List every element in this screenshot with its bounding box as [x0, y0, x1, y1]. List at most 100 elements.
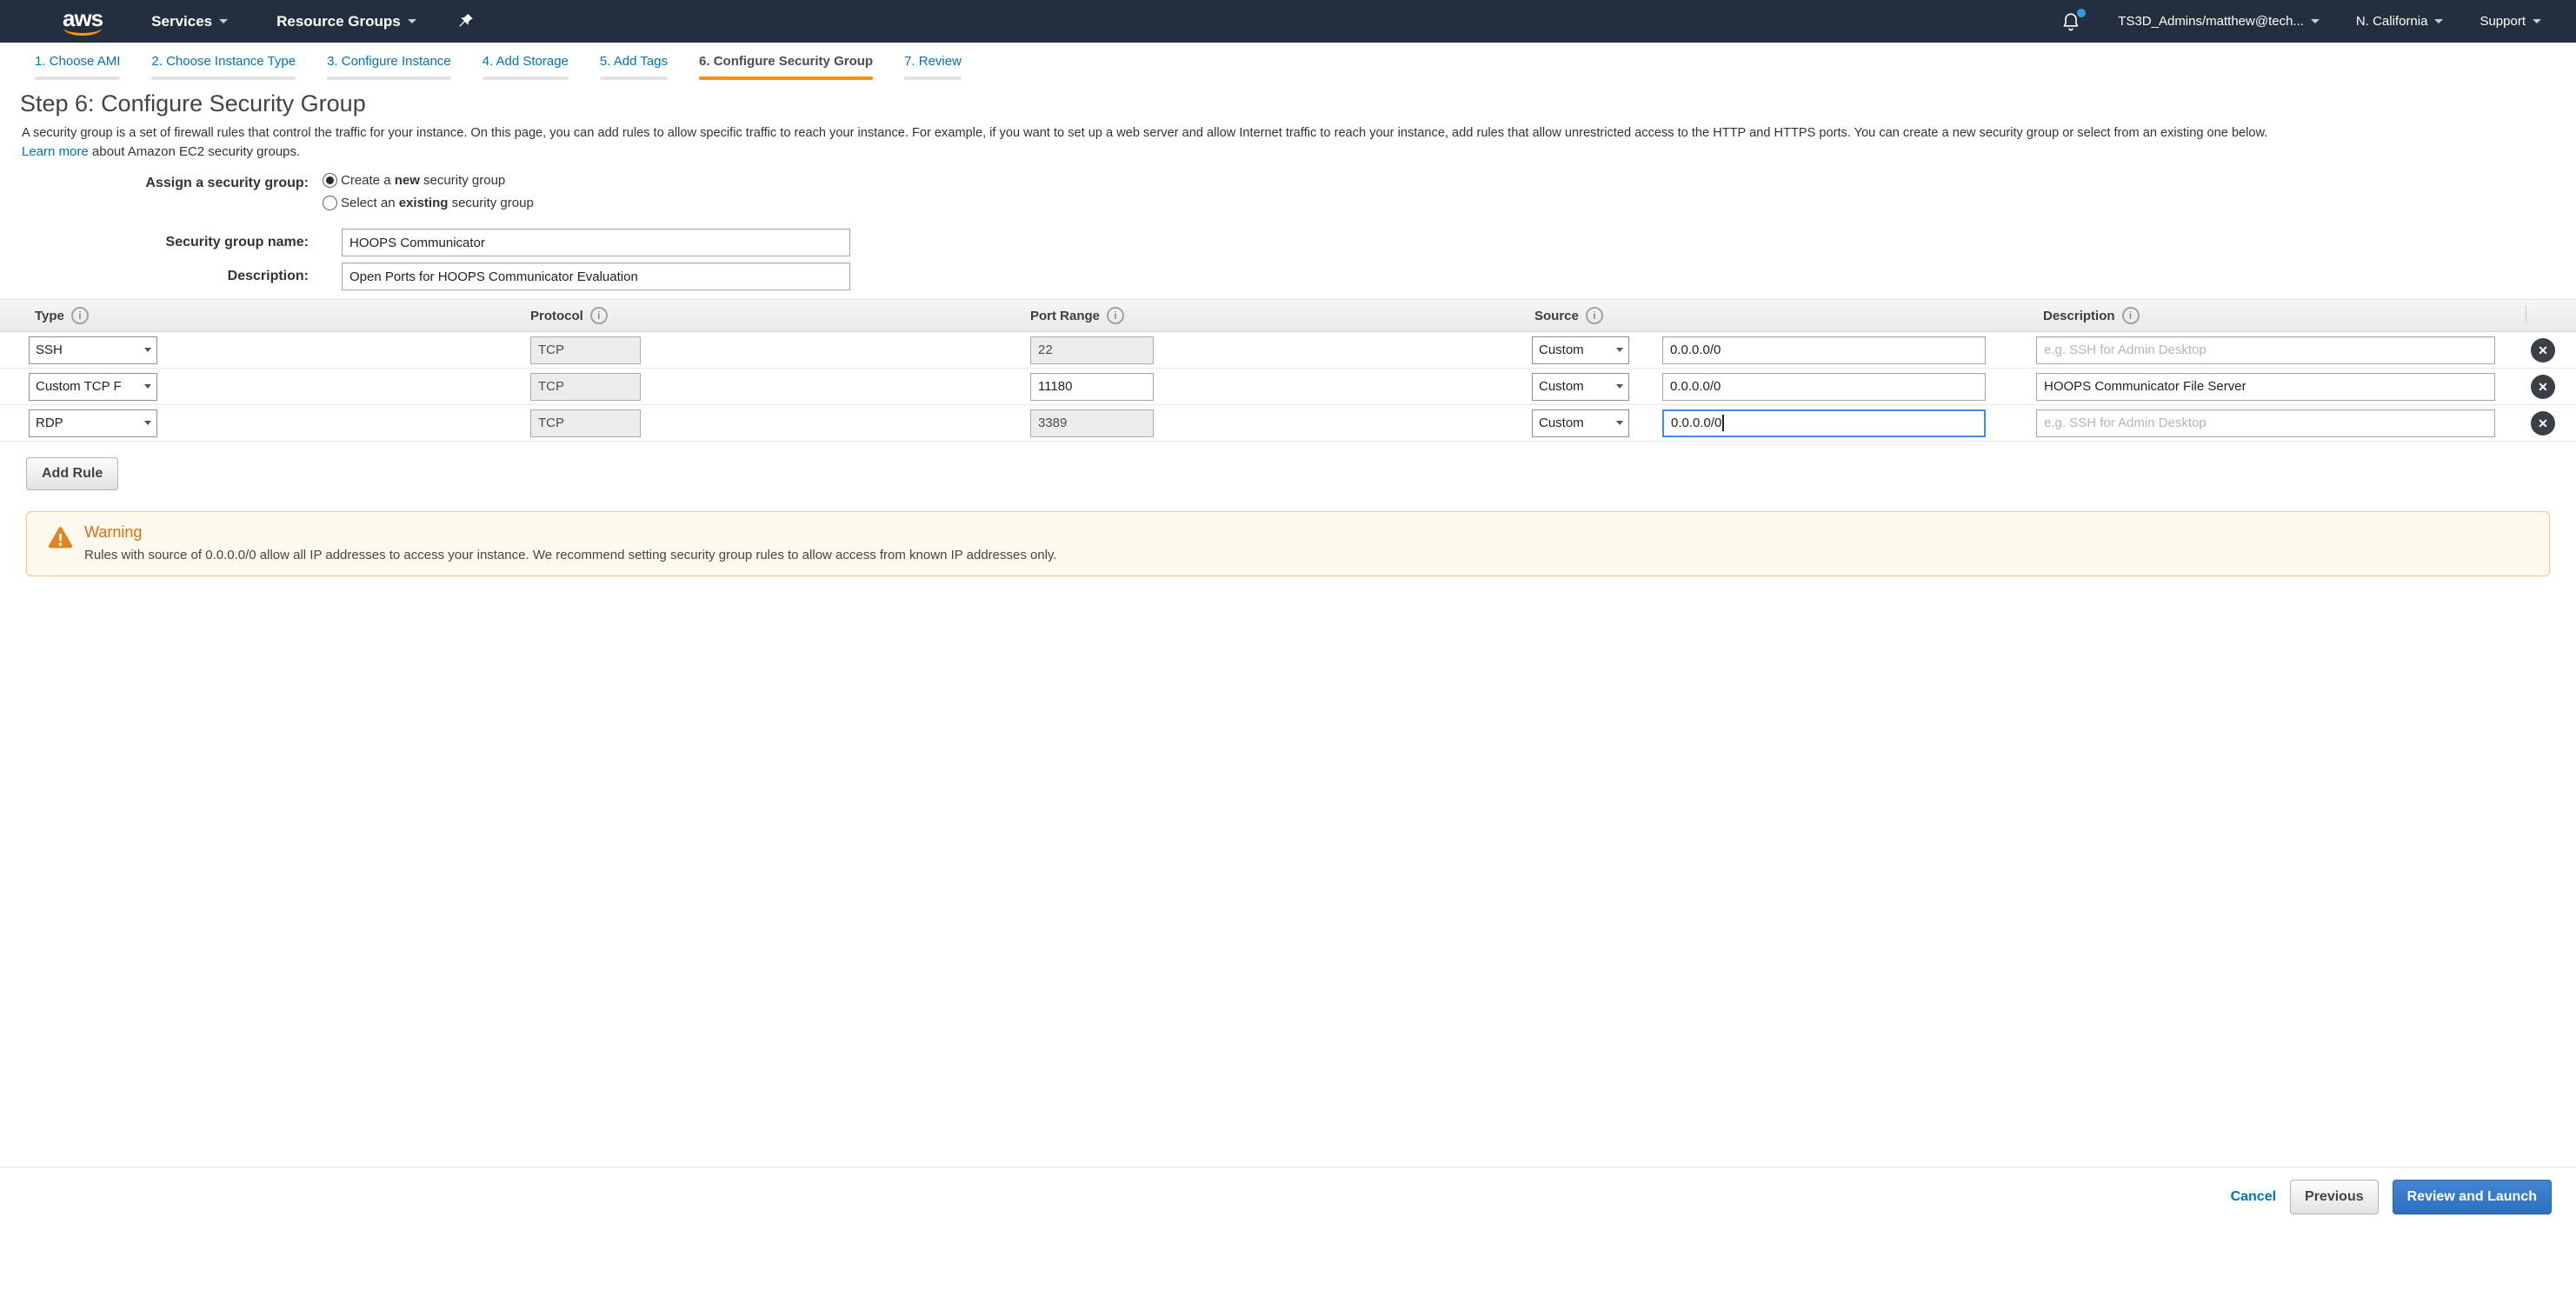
- info-icon[interactable]: i: [71, 307, 89, 324]
- warning-title: Warning: [84, 523, 2532, 542]
- cancel-link[interactable]: Cancel: [2231, 1189, 2276, 1205]
- protocol-input: [530, 336, 641, 364]
- protocol-cell: [530, 373, 641, 401]
- source-mode-select[interactable]: Custom: [1532, 409, 1629, 437]
- table-row-custom-tcp: Custom TCP F Custom: [0, 369, 2576, 405]
- source-mode-select[interactable]: Custom: [1532, 373, 1629, 401]
- radio-select-existing-group[interactable]: Select an existing security group: [323, 196, 534, 210]
- security-group-name-row: Security group name:: [0, 229, 2576, 256]
- text-cursor: [1722, 415, 1724, 431]
- intro-text: A security group is a set of firewall ru…: [22, 124, 2555, 142]
- learn-more-link[interactable]: Learn more: [22, 144, 89, 159]
- delete-rule-button[interactable]: ✕: [2531, 375, 2555, 399]
- tab-underline: [327, 77, 451, 80]
- radio-button-unselected[interactable]: [323, 196, 337, 210]
- source-input[interactable]: [1662, 373, 1986, 401]
- port-range-cell: [1030, 336, 1154, 364]
- description-label: Description:: [0, 263, 309, 284]
- type-select[interactable]: Custom TCP F: [29, 373, 157, 401]
- table-row-rdp: RDP Custom 0.0.0.0/0: [0, 405, 2576, 442]
- tab-label: 7. Review: [904, 54, 962, 69]
- radio-button-selected[interactable]: [323, 173, 337, 188]
- learn-more-rest: about Amazon EC2 security groups.: [89, 144, 300, 159]
- source-value: 0.0.0.0/0: [1671, 416, 1721, 430]
- type-cell: RDP: [29, 409, 157, 437]
- tab-configure-instance[interactable]: 3. Configure Instance: [327, 54, 451, 80]
- type-select[interactable]: RDP: [29, 409, 157, 437]
- type-cell: SSH: [29, 336, 157, 364]
- chevron-down-icon: [144, 384, 151, 389]
- tab-label: 1. Choose AMI: [35, 54, 120, 69]
- source-cell: 0.0.0.0/0: [1662, 409, 1986, 437]
- port-range-input[interactable]: [1030, 373, 1154, 401]
- type-select-value: RDP: [36, 416, 63, 430]
- nav-services-menu[interactable]: Services: [151, 13, 228, 30]
- tab-underline-active: [699, 77, 873, 80]
- nav-resource-groups-menu[interactable]: Resource Groups: [276, 13, 416, 30]
- main-content: Step 6: Configure Security Group A secur…: [0, 90, 2576, 576]
- support-menu[interactable]: Support: [2479, 14, 2541, 29]
- nav-left-group: aws Services Resource Groups: [63, 7, 475, 36]
- chevron-down-icon: [2311, 19, 2320, 23]
- tab-choose-instance-type[interactable]: 2. Choose Instance Type: [151, 54, 296, 80]
- rule-description-input[interactable]: [2036, 373, 2495, 401]
- source-input-focused[interactable]: 0.0.0.0/0: [1662, 409, 1986, 437]
- review-and-launch-button[interactable]: Review and Launch: [2393, 1180, 2552, 1214]
- type-select[interactable]: SSH: [29, 336, 157, 364]
- tab-label: 6. Configure Security Group: [699, 54, 873, 69]
- account-menu[interactable]: TS3D_Admins/matthew@tech...: [2118, 14, 2320, 29]
- chevron-down-icon: [1616, 421, 1623, 425]
- nav-services-label: Services: [151, 13, 212, 30]
- wizard-step-tabs: 1. Choose AMI 2. Choose Instance Type 3.…: [0, 43, 2576, 80]
- aws-logo[interactable]: aws: [63, 7, 103, 36]
- info-icon[interactable]: i: [590, 307, 608, 324]
- radio-create-new-group[interactable]: Create a new security group: [323, 173, 534, 188]
- source-cell: [1662, 336, 1986, 364]
- source-mode-value: Custom: [1539, 379, 1584, 394]
- table-row-ssh: SSH Custom ✕: [0, 332, 2576, 369]
- warning-banner: Warning Rules with source of 0.0.0.0/0 a…: [26, 511, 2550, 576]
- info-icon[interactable]: i: [1107, 307, 1124, 324]
- account-label: TS3D_Admins/matthew@tech...: [2118, 14, 2304, 29]
- region-menu[interactable]: N. California: [2356, 14, 2444, 29]
- tab-review[interactable]: 7. Review: [904, 54, 962, 80]
- chevron-down-icon: [2533, 19, 2541, 23]
- port-range-cell: [1030, 373, 1154, 401]
- rule-description-input[interactable]: [2036, 409, 2495, 437]
- previous-button[interactable]: Previous: [2290, 1180, 2379, 1214]
- source-mode-value: Custom: [1539, 343, 1584, 357]
- type-select-value: Custom TCP F: [36, 379, 122, 394]
- rule-description-input[interactable]: [2036, 336, 2495, 364]
- chevron-down-icon: [144, 421, 151, 425]
- column-header-type: Type i: [35, 307, 89, 324]
- delete-rule-button[interactable]: ✕: [2531, 411, 2555, 436]
- source-mode-select[interactable]: Custom: [1532, 336, 1629, 364]
- footer-buttons: Cancel Previous Review and Launch: [0, 1168, 2576, 1214]
- pushpin-icon[interactable]: [456, 12, 475, 30]
- delete-rule-button[interactable]: ✕: [2531, 338, 2555, 363]
- add-rule-button[interactable]: Add Rule: [26, 457, 118, 490]
- delete-cell: ✕: [2531, 411, 2555, 436]
- source-input[interactable]: [1662, 336, 1986, 364]
- notification-bell-icon[interactable]: [2060, 11, 2081, 32]
- delete-cell: ✕: [2531, 375, 2555, 399]
- warning-text: Rules with source of 0.0.0.0/0 allow all…: [84, 548, 2532, 562]
- tab-add-tags[interactable]: 5. Add Tags: [600, 54, 668, 80]
- type-select-value: SSH: [36, 343, 63, 357]
- security-group-description-input[interactable]: [342, 263, 850, 290]
- info-icon[interactable]: i: [2122, 307, 2140, 324]
- notification-badge: [2077, 9, 2086, 17]
- chevron-down-icon: [2434, 19, 2443, 23]
- tab-label: 4. Add Storage: [483, 54, 569, 69]
- tab-configure-security-group[interactable]: 6. Configure Security Group: [699, 54, 873, 80]
- port-range-input: [1030, 409, 1154, 437]
- security-group-name-input[interactable]: [342, 229, 850, 256]
- tab-add-storage[interactable]: 4. Add Storage: [483, 54, 569, 80]
- column-header-port-range: Port Range i: [1030, 307, 1124, 324]
- info-icon[interactable]: i: [1586, 307, 1603, 324]
- tab-choose-ami[interactable]: 1. Choose AMI: [35, 54, 120, 80]
- type-cell: Custom TCP F: [29, 373, 157, 401]
- tab-underline: [483, 77, 569, 80]
- column-header-description: Description i: [2043, 307, 2140, 324]
- chevron-down-icon: [144, 348, 151, 352]
